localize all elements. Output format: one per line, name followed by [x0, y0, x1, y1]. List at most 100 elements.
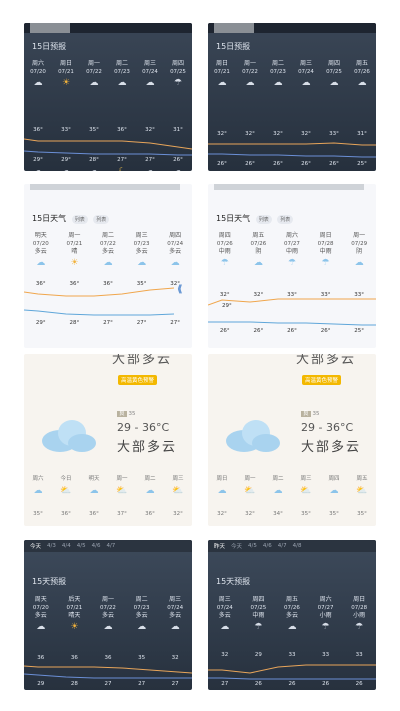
mini-day: 周三 [300, 476, 312, 482]
low-temp: 27 [171, 681, 179, 687]
mini-day: 周二 [272, 476, 284, 482]
night-column: 29° ☁ [25, 157, 51, 171]
temperature-lines [24, 138, 192, 156]
night-column: 28° ☁ [81, 157, 107, 171]
scroll-arrows-icon[interactable]: ⟨⟨⟨ [177, 284, 182, 295]
low-temp: 26 [355, 681, 363, 687]
weather-title: 大部多云 [112, 354, 173, 367]
moon-icon: ☾ [237, 170, 263, 171]
low-temps: 27 26 26 26 26 [208, 681, 376, 687]
low-temp: 28° [69, 320, 80, 326]
low-temp: 26 [288, 681, 296, 687]
temperature-range: 29 - 36°C [301, 421, 354, 434]
cloud-icon [42, 420, 96, 452]
mini-high: 32° [173, 511, 183, 517]
low-temp: 27° [145, 157, 155, 163]
cloud-icon: ☁ [217, 486, 227, 496]
first-low-label: 29° [222, 303, 232, 309]
low-temps: 26° ☾ 26° ☾ 26° ☁ 26° ☁ 26° ☁ 25° ☁ [208, 161, 376, 171]
mini-high: 36° [61, 511, 71, 517]
mini-day: 周二 [144, 476, 156, 482]
mini-day: 周日 [216, 476, 228, 482]
low-temps: 29° 28° 27° 27° 27° [24, 320, 192, 326]
sun-cloud-icon: ⛅ [356, 486, 368, 496]
forecast-panel-2: 15日预报 周日 07/21 ☁ 周一 07/22 ☁ 周二 07/23 ☁ 周三 07/24 ☁ 周四… [208, 23, 376, 171]
mini-forecast-icons: ☁ ⛅ ☁ ⛅ ☁ ⛅ [208, 486, 376, 496]
temperature-lines [208, 142, 376, 158]
low-temp: 29° [35, 320, 46, 326]
mini-high: 32° [217, 511, 227, 517]
night-column: 25° ☁ [349, 161, 375, 171]
sun-cloud-icon: ⛅ [116, 486, 128, 496]
low-temp: 28° [89, 157, 99, 163]
forecast-panel-8: 昨天 今天 4/5 4/6 4/7 4/8 15天预报 周三 07/24 多云 ☁ 周四 07/25… [208, 540, 376, 690]
aqi-value: 35 [128, 411, 136, 417]
night-column: 26° ☁ [165, 157, 191, 171]
mini-day: 周一 [244, 476, 256, 482]
night-column: 27° ☾ [109, 157, 135, 171]
low-temp: 26° [217, 161, 227, 167]
night-column: 26° ☾ [209, 161, 235, 171]
mini-forecast-highs: 35° 36° 36° 37° 36° 32° [24, 511, 192, 517]
low-temp: 26° [273, 161, 283, 167]
low-temp: 26° [173, 157, 183, 163]
warning-badge[interactable]: 高温黄色预警 [302, 375, 342, 385]
low-temps: 26° 26° 26° 26° 25° [208, 328, 376, 334]
low-temp: 26 [254, 681, 262, 687]
sun-cloud-icon: ⛅ [300, 486, 312, 496]
low-temp: 27° [117, 157, 127, 163]
mini-high: 35° [301, 511, 311, 517]
aqi-indicator: 良 35 [301, 409, 320, 417]
low-temps: 29° ☁ 29° ☁ 28° ☁ 27° ☾ 27° ☁ 26° ☁ [24, 157, 192, 171]
low-temp: 26° [320, 328, 331, 334]
aqi-badge: 良 [117, 411, 127, 417]
mini-forecast-days: 周六 今日 明天 周一 周二 周三 [24, 474, 192, 482]
low-temp: 29° [33, 157, 43, 163]
cloud-icon: ☁ [329, 486, 339, 496]
low-temp: 28 [70, 681, 78, 687]
low-temp: 26° [287, 328, 297, 334]
cloud-icon: ☁ [89, 486, 99, 496]
weather-title: 大部多云 [296, 354, 357, 367]
cloud-icon: ☁ [174, 166, 182, 171]
temperature-lines [24, 665, 192, 679]
low-temp: 27° [136, 320, 147, 326]
night-column: 29° ☁ [53, 157, 79, 171]
low-temp: 26 [322, 681, 330, 687]
low-temp: 27° [103, 320, 113, 326]
mini-high: 35° [33, 511, 43, 517]
mini-day: 今日 [60, 476, 72, 482]
cloud-icon: ☁ [146, 166, 154, 171]
mini-high: 34° [273, 511, 283, 517]
low-temp: 25° [354, 328, 365, 334]
sun-cloud-icon: ⛅ [172, 486, 184, 496]
cloud-icon: ☁ [321, 170, 347, 171]
low-temp: 25° [357, 161, 367, 167]
low-temp: 27° [170, 320, 181, 326]
low-temp: 26° [329, 161, 339, 167]
night-column: 26° ☁ [321, 161, 347, 171]
current-weather-panel-1: 大部多云 高温黄色预警 良 35 29 - 36°C 大部多云 周六 今日 明天 周一周… [24, 354, 192, 526]
mini-day: 周五 [356, 476, 368, 482]
mini-high: 36° [89, 511, 99, 517]
forecast-panel-1: 15日预报 周六 07/20 ☁ 周日 07/21 ☀ 周一 07/22 ☁ 周二 07/23 ☁ 周三… [24, 23, 192, 171]
weather-description: 大部多云 [301, 440, 362, 455]
low-temp: 27 [138, 681, 146, 687]
low-temp: 26° [245, 161, 255, 167]
sun-cloud-icon: ⛅ [244, 486, 256, 496]
temperature-range: 29 - 36°C [117, 421, 170, 434]
moon-icon: ☾ [209, 170, 235, 171]
low-temp: 29 [37, 681, 45, 687]
cloud-icon: ☁ [265, 170, 291, 171]
mini-high: 32° [245, 511, 255, 517]
mini-day: 明天 [88, 476, 100, 482]
forecast-panel-4: 15日天气 列表 列表 周四 07/26 中雨 ☂ 周五 07/26 阴 ☁ 周六 07/27 中雨… [208, 184, 376, 348]
cloud-icon: ☁ [62, 166, 70, 171]
low-temp: 29° [61, 157, 71, 163]
mini-day: 周一 [116, 476, 128, 482]
aqi-badge: 良 [301, 411, 311, 417]
night-column: 26° ☾ [237, 161, 263, 171]
cloud-icon: ☁ [349, 170, 375, 171]
night-column: 26° ☁ [293, 161, 319, 171]
warning-badge[interactable]: 高温黄色预警 [118, 375, 158, 385]
